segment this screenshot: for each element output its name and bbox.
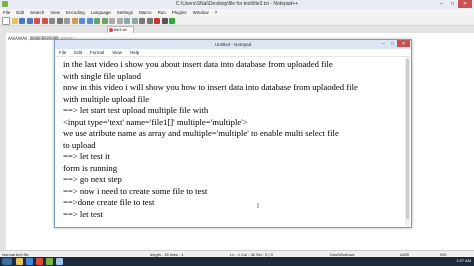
text-line: ==> let start test upload multiple file … — [63, 105, 209, 115]
text-line: ==> let test it — [63, 151, 110, 161]
notepad-minimize-button[interactable]: – — [379, 40, 388, 47]
notepad-title-bar: Untitled - Notepad – □ ✕ — [55, 40, 411, 49]
taskbar-clock: 1:07 AM — [456, 258, 471, 263]
text-line: form is running — [63, 162, 118, 173]
tab-label: file3.txt — [114, 27, 127, 32]
notepad-title: Untitled - Notepad — [214, 42, 252, 47]
npp-toolbar — [0, 16, 474, 26]
menu-encoding[interactable]: Encoding — [63, 10, 88, 15]
text-line: now in this video i will show you how to… — [63, 82, 358, 92]
play-macro-icon[interactable] — [169, 17, 175, 24]
tab-file3[interactable]: file3.txt — [107, 26, 134, 33]
open-file-icon[interactable] — [11, 17, 18, 24]
text-line: in the last video i show you about inser… — [63, 59, 333, 69]
menu-run[interactable]: Run — [155, 10, 169, 15]
line-number-gutter — [0, 33, 6, 250]
npp-window-title: C:\Users\SNai\Desktop\file for test\file… — [175, 1, 299, 7]
close-button[interactable]: ✕ — [458, 0, 472, 8]
npp-tab-bar: file3.txt — [0, 26, 474, 33]
menu-view[interactable]: View — [47, 10, 63, 15]
npp-title-bar: C:\Users\SNai\Desktop\file for test\file… — [0, 0, 474, 9]
print-icon[interactable] — [49, 17, 55, 24]
stop-macro-icon[interactable] — [161, 17, 168, 24]
menu-language[interactable]: Language — [88, 10, 114, 15]
notepad-taskbar-icon[interactable] — [56, 258, 63, 265]
save-icon[interactable] — [19, 17, 25, 24]
find-icon[interactable] — [94, 17, 100, 24]
new-file-icon[interactable] — [2, 16, 10, 25]
redo-icon[interactable] — [86, 17, 93, 24]
text-line: ==>done create file to test — [63, 197, 155, 207]
close-file-icon[interactable] — [34, 17, 40, 24]
text-line: with single file uplaod — [63, 70, 141, 81]
notepad-window: Untitled - Notepad – □ ✕ File Edit Forma… — [54, 39, 412, 228]
zoom-in-icon[interactable] — [109, 17, 115, 24]
chrome-icon[interactable] — [36, 258, 43, 265]
notepad-close-button[interactable]: ✕ — [397, 40, 410, 47]
record-macro-icon[interactable] — [154, 17, 160, 24]
taskbar: 1:07 AM — [0, 257, 474, 266]
close-all-icon[interactable] — [41, 17, 48, 24]
menu-edit[interactable]: Edit — [13, 10, 27, 15]
minimize-button[interactable]: – — [436, 0, 447, 8]
notepad-menu-bar: File Edit Format View Help — [55, 49, 411, 57]
paste-icon[interactable] — [71, 17, 78, 24]
sync-scroll-icon[interactable] — [124, 17, 130, 24]
text-line: ==> go next step — [63, 174, 122, 184]
notepad-menu-help[interactable]: Help — [126, 50, 143, 55]
all-chars-icon[interactable] — [139, 17, 145, 24]
notepad-menu-edit[interactable]: Edit — [70, 50, 86, 55]
text-line: <input type='text' name='file1[]' multip… — [63, 116, 248, 127]
indent-guide-icon[interactable] — [146, 17, 153, 24]
cut-icon[interactable] — [56, 17, 63, 24]
menu-file[interactable]: File — [0, 10, 13, 15]
notepad-menu-format[interactable]: Format — [86, 50, 108, 55]
start-button[interactable] — [2, 258, 12, 265]
maximize-button[interactable]: □ — [447, 0, 458, 8]
text-line: we use atribute name as array and multip… — [63, 128, 339, 138]
notepad-vertical-scrollbar[interactable] — [405, 57, 410, 227]
notepad-menu-file[interactable]: File — [55, 50, 70, 55]
npp-status-bar: Normal text file length : 35 lines : 1 L… — [0, 250, 474, 257]
zoom-out-icon[interactable] — [116, 17, 123, 24]
menu-plugins[interactable]: Plugins — [169, 10, 190, 15]
copy-icon[interactable] — [64, 17, 70, 24]
npp-menu-bar: File Edit Search View Encoding Language … — [0, 9, 474, 16]
replace-icon[interactable] — [101, 17, 108, 24]
notepad-text-area[interactable]: in the last video i show you about inser… — [63, 59, 398, 225]
text-line: with multiple upload file — [63, 93, 150, 104]
text-line: ==> now i need to create some file to te… — [63, 185, 208, 196]
scrollbar-thumb[interactable] — [406, 59, 409, 219]
text-line: to upload — [63, 139, 96, 150]
notepadpp-taskbar-icon[interactable] — [46, 258, 53, 265]
wrap-icon[interactable] — [131, 17, 138, 24]
menu-macro[interactable]: Macro — [136, 10, 155, 15]
browser-icon[interactable] — [26, 258, 33, 265]
notepad-menu-view[interactable]: View — [108, 50, 126, 55]
menu-settings[interactable]: Settings — [114, 10, 136, 15]
text-cursor-icon: I — [257, 203, 259, 210]
menu-help[interactable]: ? — [212, 10, 221, 15]
menu-window[interactable]: Window — [190, 10, 212, 15]
explorer-icon[interactable] — [16, 258, 23, 265]
undo-icon[interactable] — [79, 17, 85, 24]
unsaved-icon — [109, 28, 113, 32]
text-line: ==> let test — [63, 208, 103, 219]
notepad-maximize-button[interactable]: □ — [388, 40, 397, 47]
menu-search[interactable]: Search — [27, 10, 47, 15]
save-all-icon[interactable] — [26, 17, 33, 24]
